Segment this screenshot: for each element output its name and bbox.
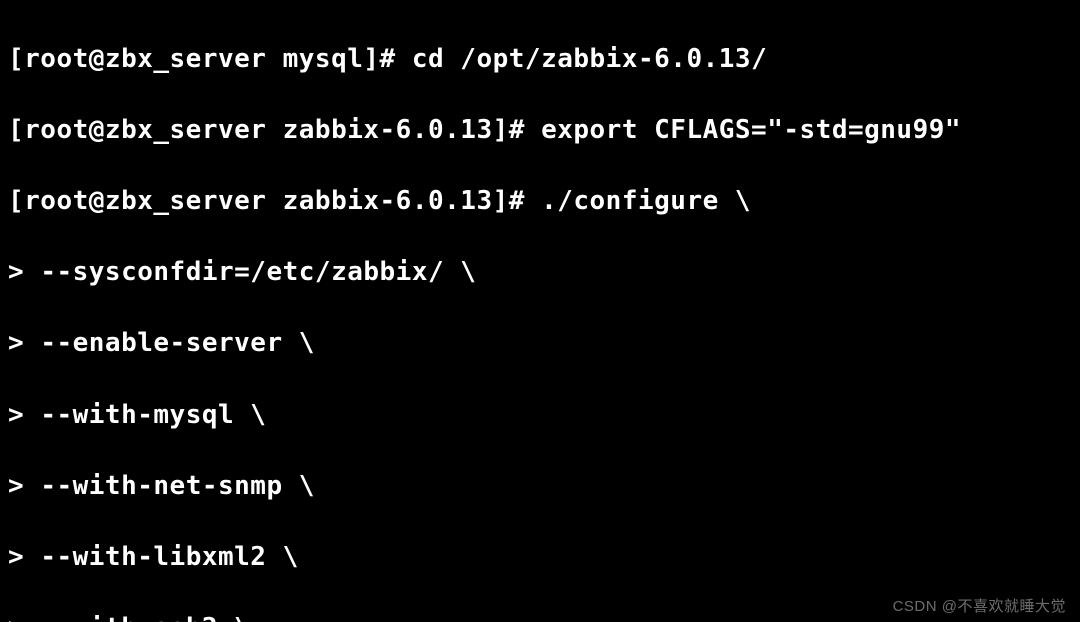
continuation-prompt: > [8, 257, 40, 287]
configure-option: --with-ssh2 \ [40, 613, 250, 622]
terminal-line: > --enable-server \ [8, 326, 1072, 362]
continuation-prompt: > [8, 471, 40, 501]
terminal-line: [root@zbx_server zabbix-6.0.13]# ./confi… [8, 184, 1072, 220]
configure-option: --sysconfdir=/etc/zabbix/ \ [40, 257, 476, 287]
typed-command: export CFLAGS="-std=gnu99" [541, 115, 961, 145]
typed-command: ./configure \ [541, 186, 751, 216]
configure-option: --enable-server \ [40, 328, 315, 358]
configure-option: --with-mysql \ [40, 400, 266, 430]
continuation-prompt: > [8, 400, 40, 430]
shell-prompt: [root@zbx_server zabbix-6.0.13]# [8, 115, 541, 145]
shell-prompt: [root@zbx_server mysql]# [8, 44, 412, 74]
terminal-line: > --sysconfdir=/etc/zabbix/ \ [8, 255, 1072, 291]
typed-command: cd /opt/zabbix-6.0.13/ [412, 44, 767, 74]
terminal-screen[interactable]: [root@zbx_server mysql]# cd /opt/zabbix-… [0, 0, 1080, 622]
terminal-line: > --with-mysql \ [8, 398, 1072, 434]
terminal-line: > --with-libxml2 \ [8, 540, 1072, 576]
continuation-prompt: > [8, 542, 40, 572]
terminal-line: [root@zbx_server zabbix-6.0.13]# export … [8, 113, 1072, 149]
terminal-line: [root@zbx_server mysql]# cd /opt/zabbix-… [8, 42, 1072, 78]
continuation-prompt: > [8, 328, 40, 358]
configure-option: --with-libxml2 \ [40, 542, 298, 572]
watermark-text: CSDN @不喜欢就睡大觉 [893, 595, 1066, 616]
terminal-line: > --with-net-snmp \ [8, 469, 1072, 505]
configure-option: --with-net-snmp \ [40, 471, 315, 501]
continuation-prompt: > [8, 613, 40, 622]
shell-prompt: [root@zbx_server zabbix-6.0.13]# [8, 186, 541, 216]
